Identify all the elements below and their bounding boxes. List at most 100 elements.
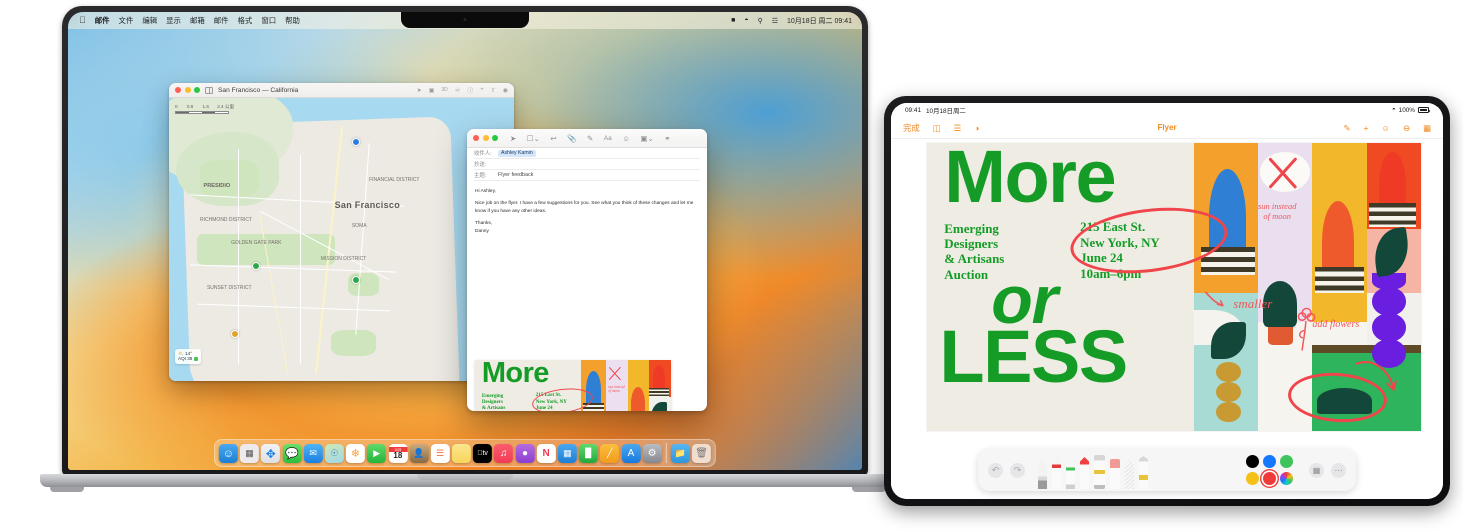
emoji-icon[interactable]: ☺	[622, 134, 630, 143]
mail-compose-window[interactable]: ➤ ☐⌄ ↩ 📎 ✎ Aa ☺ ▣⌄ ⚭ 收件人: Ashley Kamin 抄…	[467, 129, 707, 411]
tool-pencil[interactable]	[1066, 458, 1075, 489]
minimize-button[interactable]	[184, 87, 191, 93]
menu-item-view[interactable]: 显示	[166, 15, 181, 26]
search-icon[interactable]: ⚲	[758, 17, 763, 25]
tool-lasso[interactable]	[1110, 459, 1120, 489]
zoom-button[interactable]	[194, 87, 200, 93]
menubar-datetime[interactable]: 10月18日 周二 09:41	[787, 16, 852, 26]
dock-item-calendar[interactable]: 10月 18	[388, 444, 408, 463]
more-options-icon[interactable]: ⋯	[1331, 462, 1346, 478]
mail-window-controls[interactable]	[473, 135, 498, 141]
dock-item-notes[interactable]	[451, 444, 471, 463]
share-icon[interactable]: ⇧	[491, 87, 496, 94]
mail-field-subject[interactable]: 主题: Flyer feedback	[474, 170, 700, 181]
undo-icon[interactable]: ↶	[988, 462, 1003, 478]
dock-item-contacts[interactable]: 👤	[409, 444, 429, 463]
look-around-icon[interactable]: ▣	[429, 87, 435, 94]
sidebar-icon[interactable]: ◫	[933, 123, 941, 133]
flyer-artwork[interactable]: More Emerging Designers & Artisans Aucti…	[927, 143, 1421, 431]
ipad-toolbar[interactable]: 完成 ◫ ☰ ◑ Flyer ✎ + ☺ ⊖ ▦	[891, 117, 1443, 139]
mail-minimize-button[interactable]	[482, 135, 489, 141]
markup-tool-list[interactable]	[1038, 451, 1148, 489]
swatch-black[interactable]	[1246, 455, 1259, 468]
tool-eraser[interactable]	[1094, 455, 1105, 489]
recipient-chip[interactable]: Ashley Kamin	[498, 149, 536, 157]
mail-flyer-attachment[interactable]: More Emerging Designers & Artisans Aucti…	[475, 360, 671, 411]
collaborate-icon[interactable]: ☺	[1381, 123, 1390, 133]
swatch-red-selected[interactable]	[1263, 472, 1276, 485]
dock-item-trash[interactable]: 🗑	[692, 444, 712, 463]
minus-circle-icon[interactable]: ⊖	[1403, 123, 1410, 133]
dock-item-tv[interactable]: tv	[473, 444, 493, 463]
dock-item-finder[interactable]: ☺	[218, 444, 238, 463]
map-pin-1[interactable]	[351, 137, 360, 146]
dock-item-downloads[interactable]: 📁	[670, 444, 690, 463]
info-icon[interactable]: ⓘ	[467, 86, 473, 95]
dock-item-news[interactable]: N	[536, 444, 556, 463]
account-icon[interactable]: ◉	[503, 87, 508, 94]
send-icon[interactable]: ➤	[510, 134, 516, 143]
sidebar-toggle-icon[interactable]	[205, 86, 213, 94]
apple-logo-icon[interactable]: 	[79, 16, 86, 25]
mail-body[interactable]: Hi Ashley, Nice job on the flyer. I have…	[467, 181, 707, 235]
weather-badge[interactable]: ⛅ 14° AQI 38	[175, 348, 201, 364]
swatch-green[interactable]	[1280, 455, 1293, 468]
mail-field-cc[interactable]: 抄送:	[474, 159, 700, 170]
battery-icon[interactable]: ■	[731, 17, 735, 24]
dock-item-reminders[interactable]: ☰	[430, 444, 450, 463]
markup-pen-icon[interactable]: ✎	[1344, 123, 1351, 133]
add-icon[interactable]: +	[1364, 123, 1369, 133]
map-pin-2[interactable]	[251, 262, 260, 271]
mail-close-button[interactable]	[473, 135, 479, 141]
3d-icon[interactable]: 3D	[441, 87, 447, 93]
attach-icon[interactable]: 📎	[567, 134, 576, 143]
maps-titlebar[interactable]: San Francisco — California ➤ ▣ 3D ♾ ⓘ + …	[169, 83, 514, 98]
menu-item-file[interactable]: 文件	[119, 15, 134, 26]
menu-item-message[interactable]: 邮件	[214, 15, 229, 26]
format-icon[interactable]: Aa	[604, 135, 612, 142]
directions-icon[interactable]: ➤	[417, 87, 422, 94]
markup-icon[interactable]: ✎	[587, 134, 593, 143]
done-button[interactable]: 完成	[903, 122, 920, 134]
mail-subject-value[interactable]: Flyer feedback	[498, 172, 533, 178]
redo-icon[interactable]: ↷	[1010, 462, 1025, 478]
menu-item-format[interactable]: 格式	[238, 15, 253, 26]
wifi-icon[interactable]: ◓	[744, 17, 748, 24]
menu-item-window[interactable]: 窗口	[261, 15, 276, 26]
mail-header-fields[interactable]: 收件人: Ashley Kamin 抄送: 主题: Flyer feedback	[467, 148, 707, 181]
dock-item-keynote[interactable]: ▦	[557, 444, 577, 463]
markup-tools-icon[interactable]: ◑	[974, 123, 979, 133]
tool-marker[interactable]	[1052, 456, 1061, 489]
ipad-document-area[interactable]: More Emerging Designers & Artisans Aucti…	[891, 139, 1443, 499]
binoculars-icon[interactable]: ♾	[455, 87, 460, 94]
mail-zoom-button[interactable]	[492, 135, 498, 141]
dock-item-music[interactable]: ♫	[494, 444, 514, 463]
document-icon[interactable]: ▦	[1423, 123, 1431, 133]
mail-toolbar[interactable]: ➤ ☐⌄ ↩ 📎 ✎ Aa ☺ ▣⌄ ⚭	[467, 129, 707, 148]
menu-item-help[interactable]: 帮助	[285, 15, 300, 26]
close-button[interactable]	[175, 87, 181, 93]
menu-item-app[interactable]: 邮件	[95, 15, 110, 26]
dock-item-pages[interactable]: ╱	[600, 444, 620, 463]
window-controls[interactable]	[175, 87, 200, 93]
tool-highlighter[interactable]	[1139, 456, 1148, 489]
mail-field-to[interactable]: 收件人: Ashley Kamin	[474, 148, 700, 159]
dock-item-mail[interactable]: ✉	[303, 444, 323, 463]
swatch-blue[interactable]	[1263, 455, 1276, 468]
map-canvas[interactable]: 0 0.8 1.6 2.4 公里 San Francisco PRESIDIO …	[169, 98, 514, 381]
reply-icon[interactable]: ↩	[550, 134, 556, 143]
markup-toolbar[interactable]: ↶ ↷ ▦ ⋯	[978, 449, 1356, 491]
list-icon[interactable]: ☰	[954, 123, 962, 133]
swatch-color-wheel[interactable]	[1280, 472, 1293, 485]
dock-item-facetime[interactable]: ▶	[367, 444, 387, 463]
archive-icon[interactable]: ☐⌄	[527, 134, 540, 143]
tool-crayon[interactable]	[1080, 457, 1089, 489]
control-center-icon[interactable]: ☲	[772, 17, 778, 25]
dock-item-messages[interactable]: 💬	[282, 444, 302, 463]
dock-item-photos[interactable]: ❄	[345, 444, 365, 463]
add-color-icon[interactable]: ▦	[1309, 462, 1324, 478]
tool-pen[interactable]	[1038, 459, 1047, 489]
dock-item-safari[interactable]: ✥	[261, 444, 281, 463]
dock-item-podcasts[interactable]: ●	[515, 444, 535, 463]
link-icon[interactable]: ⚭	[664, 134, 670, 143]
